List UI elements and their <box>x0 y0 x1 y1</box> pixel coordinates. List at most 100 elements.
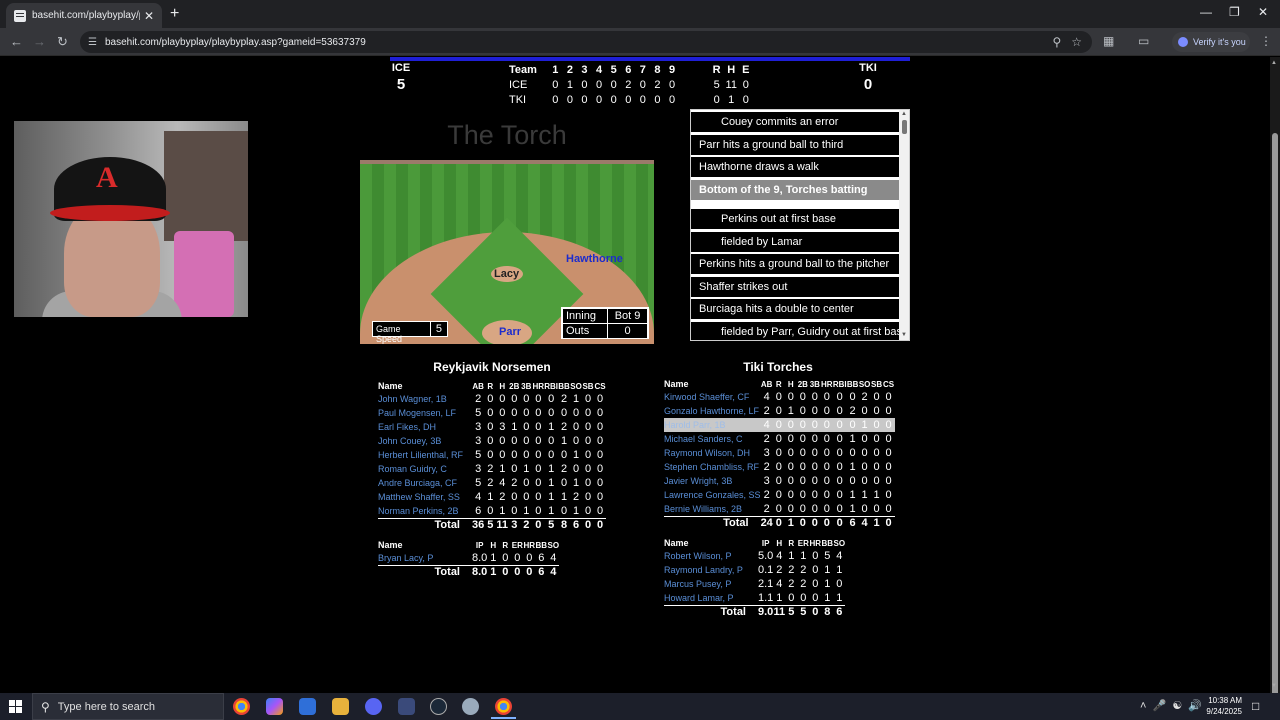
total-label: Total <box>664 515 761 530</box>
stat-cell: 0 <box>861 475 868 487</box>
player-name-link[interactable]: Raymond Wilson, DH <box>664 446 761 460</box>
pitcher-name-link[interactable]: Raymond Landry, P <box>664 563 758 577</box>
stat-cell: 0 <box>596 491 604 503</box>
stat-cell: 1 <box>523 504 530 517</box>
stat-cell: 5 <box>475 449 482 461</box>
url-bar[interactable]: ☰ basehit.com/playbyplay/playbyplay.asp?… <box>80 31 1092 53</box>
page-scroll-down-icon[interactable]: ▼ <box>1271 683 1277 689</box>
player-name-link[interactable]: Michael Sanders, C <box>664 432 761 446</box>
pitcher-name-link[interactable]: Howard Lamar, P <box>664 591 758 605</box>
stat-cell: 0 <box>882 418 895 432</box>
stat-cell: 0 <box>799 502 806 515</box>
windows-start-icon[interactable] <box>9 700 22 713</box>
keyboard-app-icon[interactable] <box>398 698 415 715</box>
stat-cell: 0 <box>560 477 568 489</box>
notification-icon[interactable]: □ <box>1252 699 1259 713</box>
pitcher-name-link[interactable]: Bryan Lacy, P <box>378 551 472 565</box>
discord-icon[interactable] <box>365 698 382 715</box>
url-text[interactable]: basehit.com/playbyplay/playbyplay.asp?ga… <box>105 37 1052 48</box>
pitcher-name-link[interactable]: Robert Wilson, P <box>664 549 758 563</box>
play-log-scrollbar[interactable]: ▲ ▼ <box>899 110 909 340</box>
stat-cell: 1 <box>787 405 794 417</box>
player-name-link[interactable]: Lawrence Gonzales, SS <box>664 488 761 502</box>
player-name-link[interactable]: Kirwood Shaeffer, CF <box>664 390 761 404</box>
back-arrow-icon[interactable]: ← <box>10 34 23 49</box>
stat-cell: 0 <box>788 591 795 604</box>
batter-row: Kirwood Shaeffer, CF 4 0 0 0 0 0 0 0 2 0 0 <box>664 390 895 404</box>
total-row: Total 24 0 1 0 0 0 0 6 4 1 0 <box>664 515 895 530</box>
tab-close-icon[interactable]: ✕ <box>144 9 154 23</box>
player-name-link[interactable]: Norman Perkins, 2B <box>378 504 472 518</box>
stat-cell: 0 <box>584 449 592 461</box>
player-name-link[interactable]: Roman Guidry, C <box>378 462 472 476</box>
player-name-link[interactable]: John Couey, 3B <box>378 434 472 448</box>
store-icon[interactable] <box>299 698 316 715</box>
batter-row: Harold Parr, 1B 4 0 0 0 0 0 0 0 1 0 0 <box>664 418 895 432</box>
minimize-button[interactable]: — <box>1200 5 1212 19</box>
stat-cell: 1 <box>572 449 580 461</box>
maximize-button[interactable]: ❐ <box>1229 5 1240 19</box>
taskbar-search-box[interactable]: ⚲ Type here to search <box>32 693 224 720</box>
stat-cell: 0 <box>596 449 604 461</box>
stat-cell: 1 <box>776 591 783 604</box>
stat-cell: 2 <box>487 477 494 489</box>
browser-menu-icon[interactable]: ⋮ <box>1260 34 1272 48</box>
game-speed-value[interactable]: 5 <box>431 322 447 336</box>
reload-icon[interactable]: ↻ <box>57 34 68 50</box>
game-speed-box[interactable]: Game Speed 5 <box>372 321 448 344</box>
total-label: Total <box>664 604 758 619</box>
taskbar-clock[interactable]: 10:38 AM 9/24/2025 <box>1200 695 1242 717</box>
page-scrollbar[interactable]: ▲ ▼ <box>1270 57 1280 705</box>
column-header: HR <box>809 538 822 548</box>
player-name-link[interactable]: Paul Mogensen, LF <box>378 406 472 420</box>
stat-cell: 0 <box>511 463 518 475</box>
stat-cell: 0 <box>511 407 518 419</box>
stat-cell: 2 <box>560 463 568 475</box>
stat-cell: 0 <box>811 502 818 515</box>
player-name-link[interactable]: Stephen Chambliss, RF <box>664 460 761 474</box>
cast-icon[interactable]: ▭ <box>1138 34 1149 48</box>
player-name-link[interactable]: Harold Parr, 1B <box>664 418 761 432</box>
browser-icon[interactable] <box>462 698 479 715</box>
player-name-link[interactable]: Javier Wright, 3B <box>664 474 761 488</box>
player-name-link[interactable]: Andre Burciaga, CF <box>378 476 472 490</box>
search-placeholder[interactable]: Type here to search <box>58 701 155 713</box>
chrome-active-icon[interactable] <box>491 698 516 719</box>
verify-profile-button[interactable]: Verify it's you <box>1172 32 1250 52</box>
scroll-up-icon[interactable]: ▲ <box>901 111 907 117</box>
player-name-link[interactable]: John Wagner, 1B <box>378 392 472 406</box>
system-tray-icons[interactable]: ˄ 🎤 ☯ 🔊 <box>1140 699 1202 712</box>
player-name-link[interactable]: Matthew Shaffer, SS <box>378 490 472 504</box>
rhe-cell: 5 <box>713 78 720 91</box>
player-name-link[interactable]: Herbert Lilienthal, RF <box>378 448 472 462</box>
file-explorer-icon[interactable] <box>332 698 349 715</box>
player-name-link[interactable]: Earl Fikes, DH <box>378 420 472 434</box>
player-name-link[interactable]: Bernie Williams, 2B <box>664 502 761 516</box>
close-window-button[interactable]: ✕ <box>1258 5 1268 19</box>
page-scroll-up-icon[interactable]: ▲ <box>1271 60 1277 66</box>
browser-tab[interactable]: basehit.com/playbyplay/playby ✕ <box>6 3 162 28</box>
steam-icon[interactable] <box>430 698 447 715</box>
copilot-icon[interactable] <box>266 698 283 715</box>
stat-cell: 0 <box>823 475 830 487</box>
forward-arrow-icon[interactable]: → <box>33 34 46 49</box>
page-scroll-thumb[interactable] <box>1272 133 1278 705</box>
total-row: Total 9.0 11 5 5 0 8 6 <box>664 604 846 619</box>
scroll-down-icon[interactable]: ▼ <box>901 332 907 338</box>
player-name-link[interactable]: Gonzalo Hawthorne, LF <box>664 404 761 418</box>
stat-cell: 0 <box>861 433 868 445</box>
pitcher-name-link[interactable]: Marcus Pusey, P <box>664 577 758 591</box>
zoom-icon[interactable]: ⚲ <box>1052 35 1061 49</box>
scroll-thumb[interactable] <box>902 120 907 134</box>
extensions-icon[interactable]: ▦ <box>1103 34 1114 48</box>
play-by-play-log[interactable]: Couey commits an error Parr hits a ground… <box>690 109 910 341</box>
bookmark-star-icon[interactable]: ☆ <box>1071 35 1082 49</box>
rhe-cell: R <box>712 63 721 76</box>
rhe-cell: 0 <box>713 93 720 106</box>
chrome-icon[interactable] <box>233 698 250 715</box>
site-info-icon[interactable]: ☰ <box>88 37 97 48</box>
inning-cell: 0 <box>581 78 588 91</box>
stat-cell: 0 <box>487 435 494 447</box>
new-tab-button[interactable]: + <box>170 5 179 23</box>
stat-cell: 0 <box>584 421 592 433</box>
